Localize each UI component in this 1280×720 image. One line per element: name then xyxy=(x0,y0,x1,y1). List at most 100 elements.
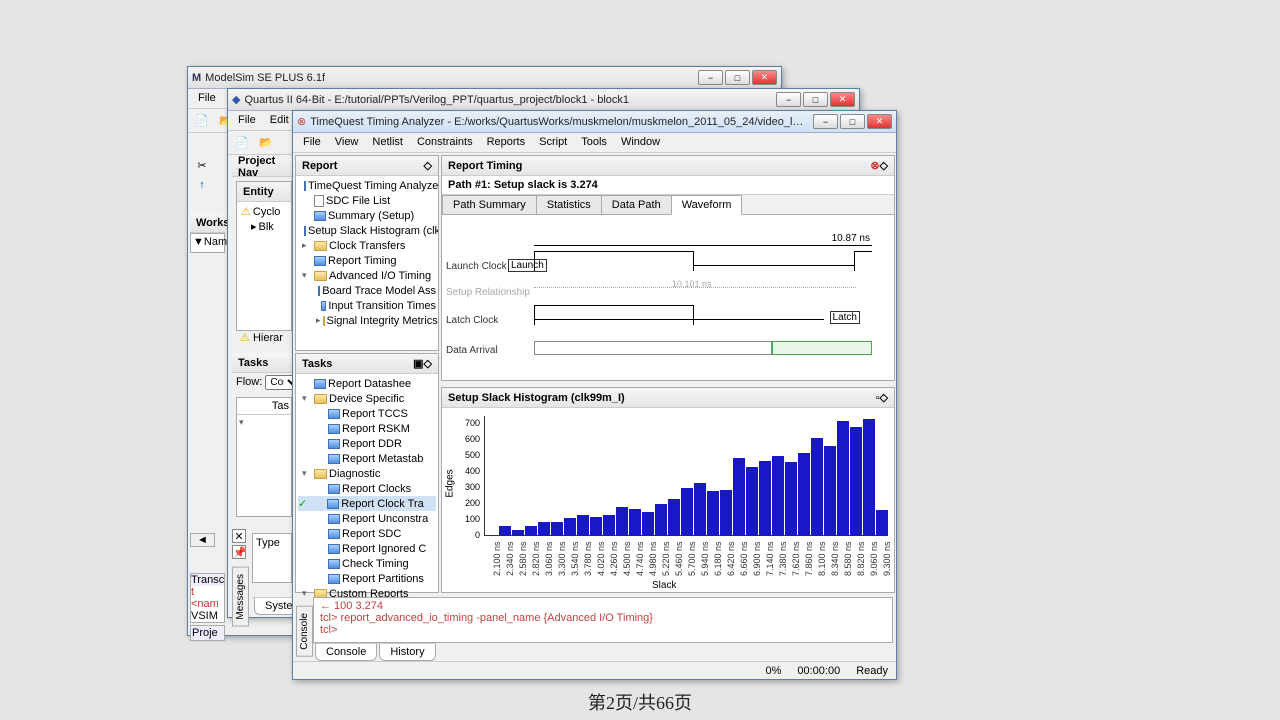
modelsim-titlebar[interactable]: M ModelSim SE PLUS 6.1f − □ ✕ xyxy=(188,67,781,89)
xlabel: 7.140 ns xyxy=(765,541,775,576)
hierarchy-tab[interactable]: Hierar xyxy=(253,332,283,344)
collapse-icon[interactable]: ◄ xyxy=(190,533,215,547)
status-time: 00:00:00 xyxy=(797,665,840,677)
tree-item[interactable]: Report RSKM xyxy=(298,421,436,436)
xlabel: 4.020 ns xyxy=(596,541,606,576)
tree-item[interactable]: ▾ Advanced I/O Timing xyxy=(298,268,436,283)
statusbar: 0% 00:00:00 Ready xyxy=(293,661,896,679)
tree-item[interactable]: Report Timing xyxy=(298,253,436,268)
tree-item[interactable]: SDC File List xyxy=(298,193,436,208)
tab-waveform[interactable]: Waveform xyxy=(671,195,743,215)
bar xyxy=(876,510,888,536)
waveform-view[interactable]: 10.87 ns Launch Clock Launch Setup Relat… xyxy=(442,215,894,370)
cut-icon[interactable]: ✂ xyxy=(192,155,212,175)
close-button[interactable]: ✕ xyxy=(752,70,777,85)
report-tree[interactable]: TimeQuest Timing Analyze SDC File List S… xyxy=(296,176,438,330)
console[interactable]: ← 100 3.274 tcl> report_advanced_io_timi… xyxy=(313,597,893,643)
tree-item[interactable]: ▾ Diagnostic xyxy=(298,466,436,481)
tree-item[interactable]: TimeQuest Timing Analyze xyxy=(298,178,436,193)
close-button[interactable]: ✕ xyxy=(867,114,892,129)
minimize-button[interactable]: − xyxy=(813,114,838,129)
pin-icon[interactable]: 📌 xyxy=(232,545,246,559)
latch-badge: Latch xyxy=(830,311,860,324)
panel-pin-icon[interactable]: ◇ xyxy=(880,391,888,404)
xlabel: 6.420 ns xyxy=(726,541,736,576)
maximize-button[interactable]: □ xyxy=(803,92,828,107)
tree-expand[interactable]: ▾ xyxy=(237,415,291,430)
tree-item[interactable]: Setup Slack Histogram (clk xyxy=(298,223,436,238)
tree-item[interactable]: Report DDR xyxy=(298,436,436,451)
menu-edit[interactable]: Edit xyxy=(264,111,295,130)
close-panel-icon[interactable]: ✕ xyxy=(232,529,246,543)
tree-item[interactable]: Input Transition Times xyxy=(298,298,436,313)
status-pct: 0% xyxy=(765,665,781,677)
tab-path-summary[interactable]: Path Summary xyxy=(442,195,537,214)
tree-item[interactable]: Report Unconstra xyxy=(298,511,436,526)
console-sidetab[interactable]: Console xyxy=(296,606,313,657)
tree-item[interactable]: Report Partitions xyxy=(298,571,436,586)
tree-blk[interactable]: ▸ Blk xyxy=(239,219,289,234)
menu-file[interactable]: File xyxy=(192,89,222,108)
menu-view[interactable]: View xyxy=(329,133,365,152)
panel-pin-icon[interactable]: ◇ xyxy=(424,159,432,172)
quartus-titlebar[interactable]: ◆ Quartus II 64-Bit - E:/tutorial/PPTs/V… xyxy=(228,89,859,111)
tree-item[interactable]: Report Clocks xyxy=(298,481,436,496)
menu-file[interactable]: File xyxy=(297,133,327,152)
console-tab[interactable]: Console xyxy=(315,644,377,661)
transcript-line: VSIM xyxy=(191,610,224,622)
tasks-tree[interactable]: Report Datashee▾ Device Specific Report … xyxy=(296,374,438,618)
tree-item[interactable]: Report Ignored C xyxy=(298,541,436,556)
close-button[interactable]: ✕ xyxy=(830,92,855,107)
bar xyxy=(681,488,693,536)
bar xyxy=(564,518,576,536)
menu-constraints[interactable]: Constraints xyxy=(411,133,479,152)
xlabel: 3.540 ns xyxy=(570,541,580,576)
tree-item[interactable]: Board Trace Model Ass xyxy=(298,283,436,298)
panel-dock-icon[interactable]: ▣ xyxy=(413,357,423,370)
minimize-button[interactable]: − xyxy=(698,70,723,85)
messages-sidetab[interactable]: Messages xyxy=(232,567,249,627)
console-line: tcl> report_advanced_io_timing -panel_na… xyxy=(320,612,886,624)
new-icon[interactable]: 📄 xyxy=(232,133,252,153)
tree-item[interactable]: ▸ Signal Integrity Metrics xyxy=(298,313,436,328)
xlabel: 3.060 ns xyxy=(544,541,554,576)
tree-item[interactable]: Report SDC xyxy=(298,526,436,541)
bar xyxy=(629,509,641,536)
tree-item[interactable]: Report Datashee xyxy=(298,376,436,391)
tree-item[interactable]: Check Timing xyxy=(298,556,436,571)
menu-window[interactable]: Window xyxy=(615,133,666,152)
panel-close-icon[interactable]: ⊗ xyxy=(870,159,879,172)
timequest-titlebar[interactable]: ⊗ TimeQuest Timing Analyzer - E:/works/Q… xyxy=(293,111,896,133)
menu-script[interactable]: Script xyxy=(533,133,573,152)
project-tab[interactable]: Proje xyxy=(190,625,225,641)
ytick: 100 xyxy=(456,514,480,524)
tab-data-path[interactable]: Data Path xyxy=(601,195,672,214)
menu-netlist[interactable]: Netlist xyxy=(366,133,409,152)
xlabel: 8.340 ns xyxy=(830,541,840,576)
menu-tools[interactable]: Tools xyxy=(575,133,613,152)
xlabel: 8.100 ns xyxy=(817,541,827,576)
panel-pin-icon[interactable]: ◇ xyxy=(880,159,888,172)
histogram-chart[interactable]: Edges 0100200300400500600700 2.100 ns2.3… xyxy=(442,408,894,592)
tree-item[interactable]: ▾ Device Specific xyxy=(298,391,436,406)
tree-item[interactable]: ✓ Report Clock Tra xyxy=(298,496,436,511)
history-tab[interactable]: History xyxy=(379,644,435,661)
tree-item[interactable]: Report TCCS xyxy=(298,406,436,421)
tree-item[interactable]: Summary (Setup) xyxy=(298,208,436,223)
tree-item[interactable]: Report Metastab xyxy=(298,451,436,466)
maximize-button[interactable]: □ xyxy=(840,114,865,129)
xlabel: 5.700 ns xyxy=(687,541,697,576)
open-icon[interactable]: 📂 xyxy=(256,133,276,153)
tab-statistics[interactable]: Statistics xyxy=(536,195,602,214)
xlabel: 3.300 ns xyxy=(557,541,567,576)
tree-cyclone[interactable]: ⚠Cyclo xyxy=(239,204,289,219)
panel-pin-icon[interactable]: ◇ xyxy=(424,357,432,370)
menu-reports[interactable]: Reports xyxy=(481,133,532,152)
new-icon[interactable]: 📄 xyxy=(192,111,212,131)
status-ready: Ready xyxy=(856,665,888,677)
menu-file[interactable]: File xyxy=(232,111,262,130)
up-arrow-icon[interactable]: ↑ xyxy=(192,175,212,195)
maximize-button[interactable]: □ xyxy=(725,70,750,85)
tree-item[interactable]: ▸ Clock Transfers xyxy=(298,238,436,253)
minimize-button[interactable]: − xyxy=(776,92,801,107)
